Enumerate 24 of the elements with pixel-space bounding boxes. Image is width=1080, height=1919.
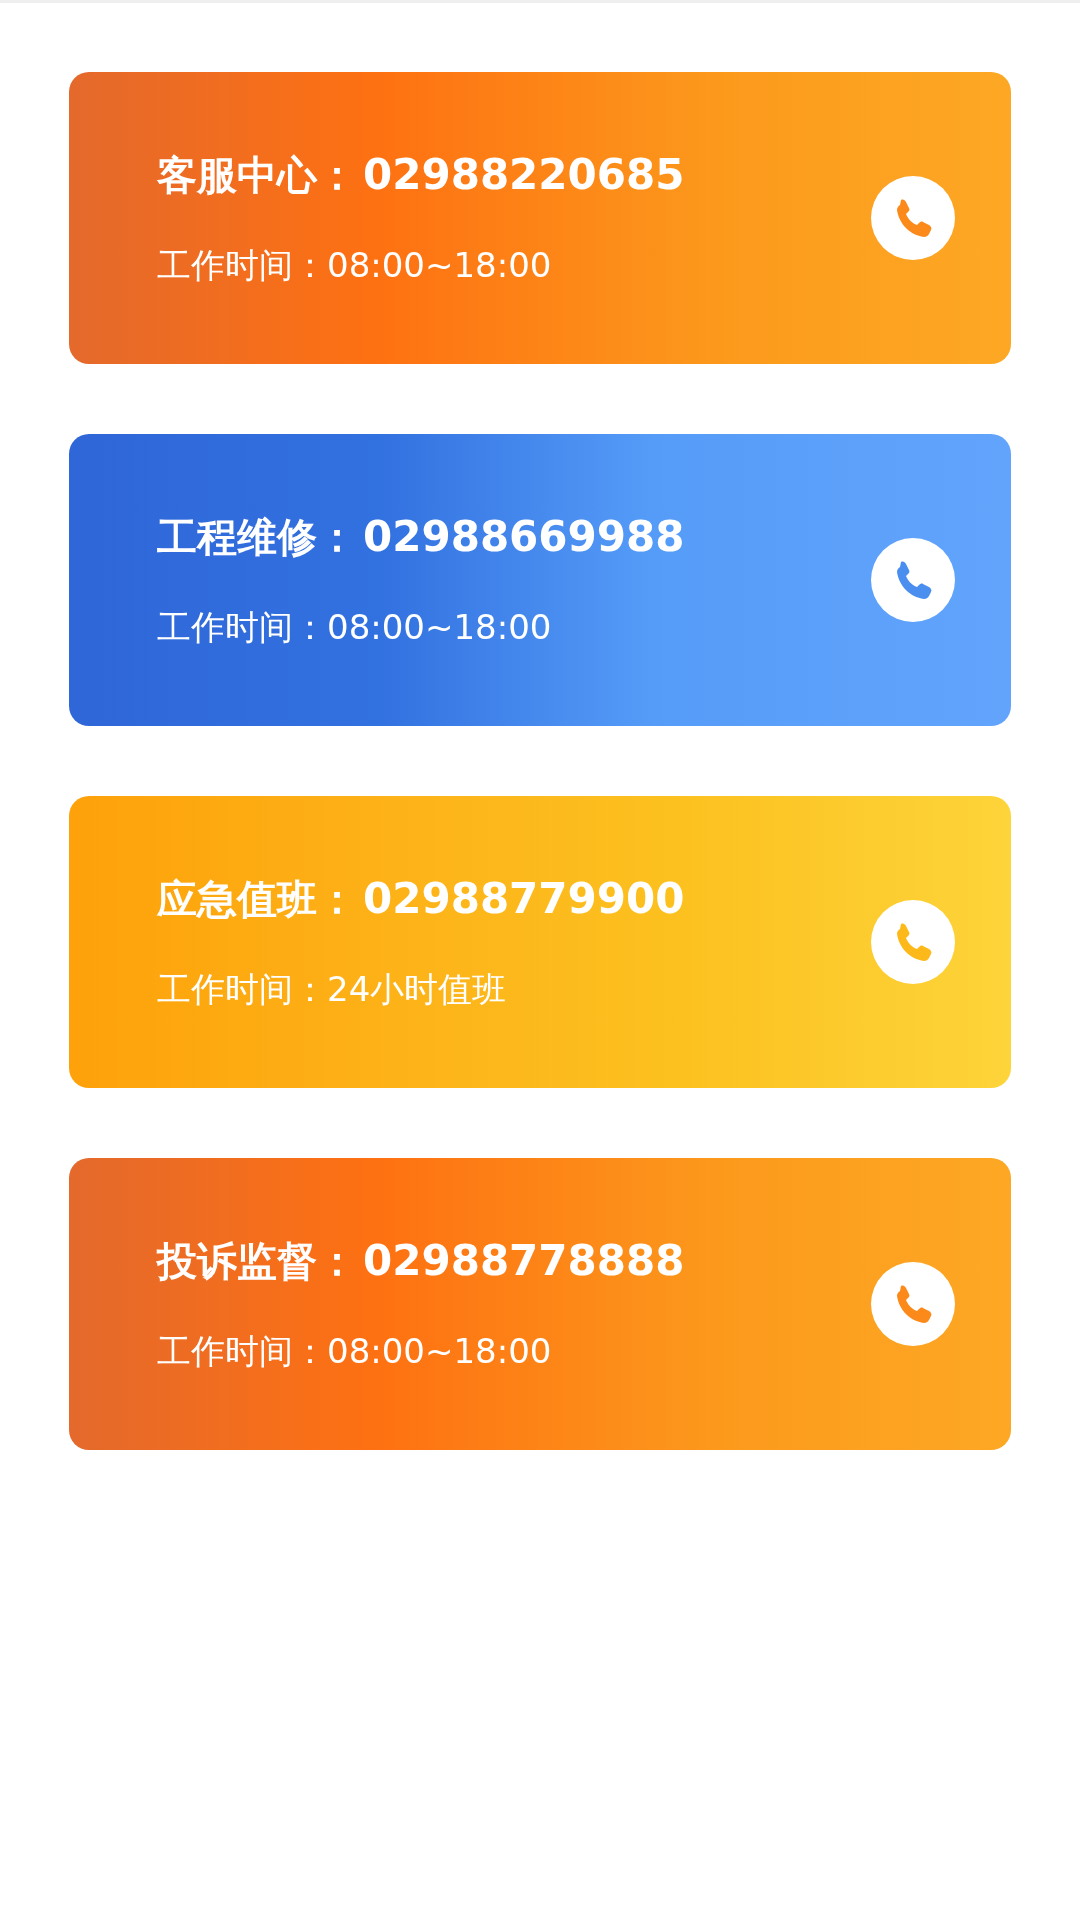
working-hours: 24小时值班 bbox=[327, 972, 507, 1006]
contact-card[interactable]: 应急值班：02988779900 工作时间：24小时值班 bbox=[69, 796, 1011, 1088]
working-hours: 08:00~18:00 bbox=[327, 610, 552, 644]
working-hours: 08:00~18:00 bbox=[327, 1334, 552, 1368]
phone-number: 02988779900 bbox=[363, 878, 685, 920]
contact-card[interactable]: 投诉监督：02988778888 工作时间：08:00~18:00 bbox=[69, 1158, 1011, 1450]
hours-label: 工作时间： bbox=[157, 248, 327, 282]
contact-label: 应急值班： bbox=[157, 879, 357, 919]
hours-label: 工作时间： bbox=[157, 610, 327, 644]
contact-label: 投诉监督： bbox=[157, 1241, 357, 1281]
working-hours: 08:00~18:00 bbox=[327, 248, 552, 282]
phone-icon[interactable] bbox=[871, 538, 955, 622]
contact-label: 客服中心： bbox=[157, 155, 357, 195]
phone-number: 02988778888 bbox=[363, 1240, 685, 1282]
contact-card[interactable]: 客服中心：02988220685 工作时间：08:00~18:00 bbox=[69, 72, 1011, 364]
contact-card[interactable]: 工程维修：02988669988 工作时间：08:00~18:00 bbox=[69, 434, 1011, 726]
phone-number: 02988669988 bbox=[363, 516, 685, 558]
hours-label: 工作时间： bbox=[157, 1334, 327, 1368]
hours-label: 工作时间： bbox=[157, 972, 327, 1006]
phone-icon[interactable] bbox=[871, 1262, 955, 1346]
phone-number: 02988220685 bbox=[363, 154, 685, 196]
contact-label: 工程维修： bbox=[157, 517, 357, 557]
phone-icon[interactable] bbox=[871, 176, 955, 260]
phone-icon[interactable] bbox=[871, 900, 955, 984]
